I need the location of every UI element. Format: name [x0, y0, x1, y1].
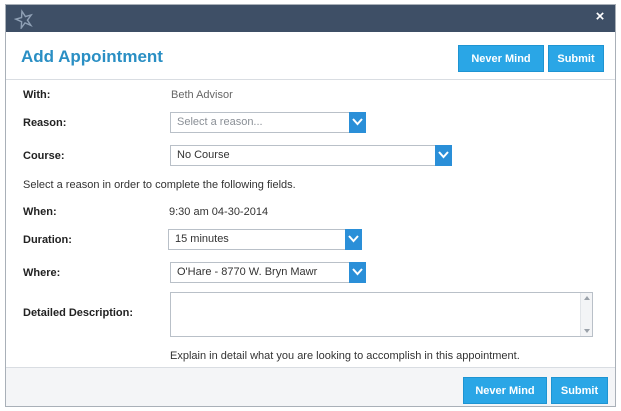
duration-label: Duration: [23, 234, 72, 246]
instruction-text: Select a reason in order to complete the… [23, 179, 296, 191]
chevron-down-icon[interactable] [349, 262, 366, 283]
description-label: Detailed Description: [23, 307, 134, 319]
submit-button-top[interactable]: Submit [548, 45, 604, 72]
window-titlebar: × [6, 5, 615, 32]
scroll-down-icon[interactable] [584, 329, 590, 333]
submit-button-bottom[interactable]: Submit [551, 377, 608, 404]
textarea-scrollbar[interactable] [580, 293, 592, 336]
close-icon[interactable]: × [591, 8, 609, 26]
add-appointment-dialog: × Add Appointment Never Mind Submit With… [5, 4, 616, 407]
dialog-title: Add Appointment [21, 47, 163, 66]
never-mind-button-bottom[interactable]: Never Mind [463, 377, 547, 404]
with-value: Beth Advisor [171, 89, 233, 101]
description-textarea[interactable] [170, 292, 593, 337]
where-select[interactable]: O'Hare - 8770 W. Bryn Mawr [170, 262, 366, 283]
scroll-up-icon[interactable] [584, 296, 590, 300]
chevron-down-icon[interactable] [435, 145, 452, 166]
reason-select-value: Select a reason... [177, 116, 263, 128]
duration-select[interactable]: 15 minutes [168, 229, 362, 250]
course-label: Course: [23, 150, 65, 162]
chevron-down-icon[interactable] [349, 112, 366, 133]
when-value: 9:30 am 04-30-2014 [169, 206, 269, 218]
duration-select-value: 15 minutes [175, 233, 229, 245]
description-help-text: Explain in detail what you are looking t… [170, 350, 520, 362]
when-label: When: [23, 206, 57, 218]
chevron-down-icon[interactable] [345, 229, 362, 250]
where-select-value: O'Hare - 8770 W. Bryn Mawr [177, 266, 318, 278]
never-mind-button-top[interactable]: Never Mind [458, 45, 544, 72]
with-label: With: [23, 89, 51, 101]
course-select-value: No Course [177, 149, 230, 161]
star-logo-icon [13, 9, 34, 31]
reason-select[interactable]: Select a reason... [170, 112, 366, 133]
where-label: Where: [23, 267, 61, 279]
reason-label: Reason: [23, 117, 67, 129]
course-select[interactable]: No Course [170, 145, 452, 166]
